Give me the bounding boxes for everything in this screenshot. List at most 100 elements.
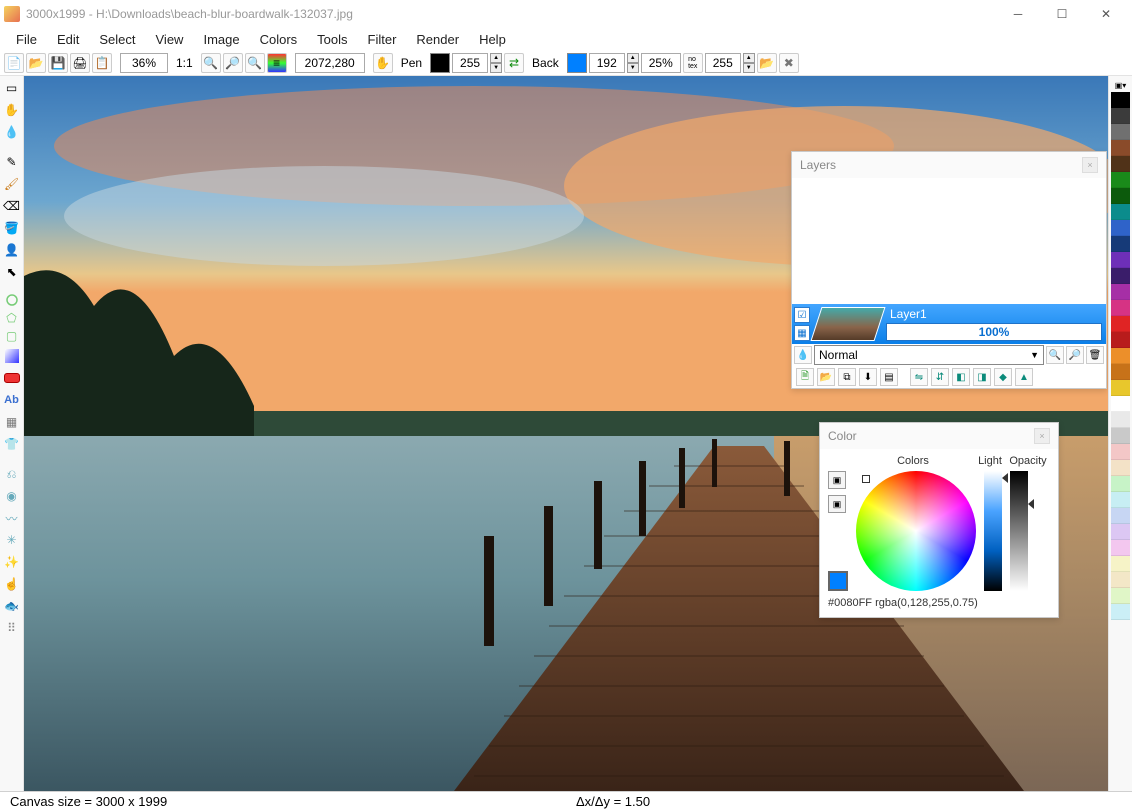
pointer-tool[interactable]: ⬉ bbox=[2, 262, 22, 282]
picker-tool[interactable]: 💧 bbox=[2, 122, 22, 142]
layers-panel[interactable]: Layers × ☑ ▦ Layer1 100% 💧 Normal bbox=[791, 151, 1107, 389]
swatch-0[interactable] bbox=[1111, 92, 1130, 108]
layer-name[interactable]: Layer1 bbox=[886, 307, 1102, 321]
swatch-13[interactable] bbox=[1111, 300, 1130, 316]
swatch-17[interactable] bbox=[1111, 364, 1130, 380]
layer-merge[interactable]: ⬇ bbox=[859, 368, 877, 386]
swatch-4[interactable] bbox=[1111, 156, 1130, 172]
pencil-tool[interactable]: ✎ bbox=[2, 152, 22, 172]
deform-tool[interactable]: 🐟 bbox=[2, 596, 22, 616]
swatch-16[interactable] bbox=[1111, 348, 1130, 364]
swatch-25[interactable] bbox=[1111, 492, 1130, 508]
swatch-18[interactable] bbox=[1111, 380, 1130, 396]
current-color-swatch[interactable] bbox=[828, 571, 848, 591]
color-history-2[interactable]: ▣ bbox=[828, 495, 846, 513]
swatch-12[interactable] bbox=[1111, 284, 1130, 300]
layer-open[interactable]: 📂 bbox=[817, 368, 835, 386]
menu-render[interactable]: Render bbox=[406, 30, 469, 49]
zoom-fit-button[interactable]: 🔍 bbox=[245, 53, 265, 73]
frame-tool[interactable]: ▦ bbox=[2, 412, 22, 432]
menu-file[interactable]: File bbox=[6, 30, 47, 49]
brush-tool[interactable]: 🖌 bbox=[2, 174, 22, 194]
button-shape-tool[interactable] bbox=[2, 368, 22, 388]
eraser-tool[interactable]: ⌫ bbox=[2, 196, 22, 216]
clothes-tool[interactable]: 👕 bbox=[2, 434, 22, 454]
layer-flip-v[interactable]: ⇵ bbox=[931, 368, 949, 386]
layer-props[interactable]: ▤ bbox=[880, 368, 898, 386]
layer-opacity[interactable]: 100% bbox=[886, 323, 1102, 341]
save-file-button[interactable]: 💾 bbox=[48, 53, 68, 73]
warp-tool[interactable]: ☝ bbox=[2, 574, 22, 594]
menu-select[interactable]: Select bbox=[89, 30, 145, 49]
menu-image[interactable]: Image bbox=[193, 30, 249, 49]
layer-visible-toggle[interactable]: ☑ bbox=[794, 307, 810, 323]
layer-zoom-in[interactable]: 🔎 bbox=[1066, 346, 1084, 364]
blend-icon[interactable]: 💧 bbox=[794, 346, 812, 364]
swatch-11[interactable] bbox=[1111, 268, 1130, 284]
layer-duplicate[interactable]: ⧉ bbox=[838, 368, 856, 386]
swatch-1[interactable] bbox=[1111, 108, 1130, 124]
swap-colors-button[interactable]: ⇄ bbox=[504, 53, 524, 73]
fill-tool[interactable]: 🪣 bbox=[2, 218, 22, 238]
back-color-swatch[interactable] bbox=[567, 53, 587, 73]
menu-colors[interactable]: Colors bbox=[250, 30, 308, 49]
texture-folder-button[interactable]: 📂 bbox=[757, 53, 777, 73]
swatch-30[interactable] bbox=[1111, 572, 1130, 588]
layer-flip-h[interactable]: ⇋ bbox=[910, 368, 928, 386]
layer-lock-toggle[interactable]: ▦ bbox=[794, 325, 810, 341]
swatch-26[interactable] bbox=[1111, 508, 1130, 524]
layer-zoom-out[interactable]: 🔍 bbox=[1046, 346, 1064, 364]
swatch-10[interactable] bbox=[1111, 252, 1130, 268]
layer-new[interactable]: 🗎 bbox=[796, 368, 814, 386]
swatch-14[interactable] bbox=[1111, 316, 1130, 332]
swatch-7[interactable] bbox=[1111, 204, 1130, 220]
text-tool[interactable]: Ab bbox=[2, 390, 22, 410]
zoom-out-button[interactable]: 🔎 bbox=[223, 53, 243, 73]
minimize-button[interactable]: ─ bbox=[996, 0, 1040, 28]
swatch-23[interactable] bbox=[1111, 460, 1130, 476]
menu-tools[interactable]: Tools bbox=[307, 30, 357, 49]
layers-panel-header[interactable]: Layers × bbox=[792, 152, 1106, 178]
swatch-32[interactable] bbox=[1111, 604, 1130, 620]
ratio-button[interactable]: 1:1 bbox=[170, 56, 199, 70]
layer-row[interactable]: ☑ ▦ Layer1 100% bbox=[792, 304, 1106, 344]
menu-help[interactable]: Help bbox=[469, 30, 516, 49]
spray-tool[interactable]: ⠿ bbox=[2, 618, 22, 638]
grid-button[interactable]: ≡ bbox=[267, 53, 287, 73]
pen-alpha-spinner[interactable]: ▲▼ bbox=[490, 53, 502, 73]
swatch-menu-button[interactable]: ▣▾ bbox=[1111, 78, 1130, 92]
color-history-1[interactable]: ▣ bbox=[828, 471, 846, 489]
swatch-24[interactable] bbox=[1111, 476, 1130, 492]
no-texture-button[interactable]: notex bbox=[683, 53, 703, 73]
circle-shape-tool[interactable] bbox=[2, 292, 22, 308]
layer-rotate-r[interactable]: ◨ bbox=[973, 368, 991, 386]
swatch-5[interactable] bbox=[1111, 172, 1130, 188]
light-slider[interactable] bbox=[984, 471, 1002, 591]
opacity-slider[interactable] bbox=[1010, 471, 1028, 591]
layers-panel-close[interactable]: × bbox=[1082, 157, 1098, 173]
new-file-button[interactable]: 📄 bbox=[4, 53, 24, 73]
back-alpha-spinner[interactable]: ▲▼ bbox=[627, 53, 639, 73]
clear-texture-button[interactable]: ✖ bbox=[779, 53, 799, 73]
swatch-8[interactable] bbox=[1111, 220, 1130, 236]
blur-tool[interactable]: ◉ bbox=[2, 486, 22, 506]
swatch-2[interactable] bbox=[1111, 124, 1130, 140]
swatch-21[interactable] bbox=[1111, 428, 1130, 444]
rect-select-tool[interactable]: ▭ bbox=[2, 78, 22, 98]
hand-tool-button[interactable]: ✋ bbox=[373, 53, 393, 73]
swatch-31[interactable] bbox=[1111, 588, 1130, 604]
swatch-28[interactable] bbox=[1111, 540, 1130, 556]
pen-color-swatch[interactable] bbox=[430, 53, 450, 73]
swatch-20[interactable] bbox=[1111, 412, 1130, 428]
move-tool[interactable]: ✋ bbox=[2, 100, 22, 120]
blend-mode-select[interactable]: Normal ▼ bbox=[814, 345, 1044, 365]
zoom-display[interactable]: 36% bbox=[120, 53, 168, 73]
menu-edit[interactable]: Edit bbox=[47, 30, 89, 49]
tex-alpha-spinner[interactable]: ▲▼ bbox=[743, 53, 755, 73]
swatch-19[interactable] bbox=[1111, 396, 1130, 412]
swatch-3[interactable] bbox=[1111, 140, 1130, 156]
rect-shape-tool[interactable]: ▢ bbox=[2, 328, 22, 344]
swatch-9[interactable] bbox=[1111, 236, 1130, 252]
swatch-6[interactable] bbox=[1111, 188, 1130, 204]
swatch-29[interactable] bbox=[1111, 556, 1130, 572]
